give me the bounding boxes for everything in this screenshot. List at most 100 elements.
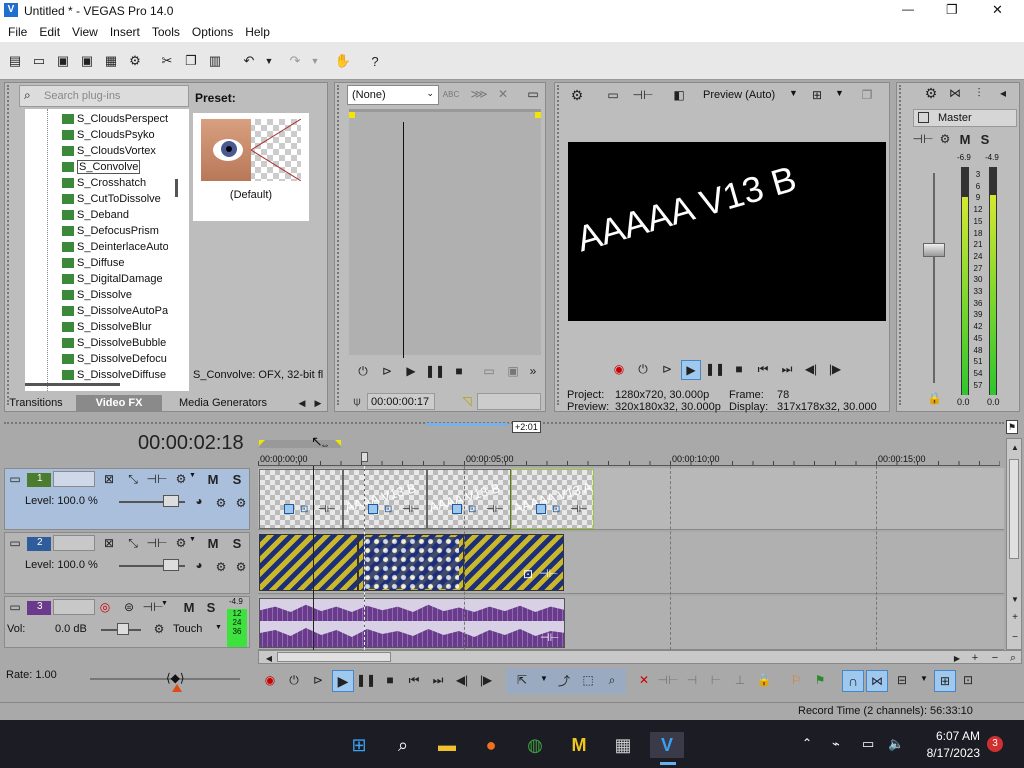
crop-icon[interactable] xyxy=(536,504,546,514)
composite-mode-icon[interactable]: ◕ xyxy=(191,493,207,509)
mark-in-icon[interactable]: ◹ xyxy=(459,393,475,409)
event-fx-icon[interactable]: ⊡ xyxy=(300,504,308,515)
track-gear-icon[interactable]: ⚙ xyxy=(173,471,189,487)
pause-icon[interactable]: ❚❚ xyxy=(356,672,376,688)
search-icon[interactable]: ⌕ xyxy=(390,732,416,758)
split-dropdown-icon[interactable]: ◧ xyxy=(671,87,687,103)
pan-icon[interactable]: ⊣⊢ xyxy=(913,131,934,147)
crop-icon[interactable] xyxy=(284,504,294,514)
solo-button[interactable]: S xyxy=(977,131,993,147)
mixer-icon[interactable]: ⫶ xyxy=(971,85,987,101)
loop-region-bar[interactable] xyxy=(426,423,508,426)
vertical-scrollbar[interactable] xyxy=(175,179,178,197)
copy-icon[interactable]: ❐ xyxy=(182,52,200,70)
search-box[interactable]: ⌕ Search plug-ins xyxy=(19,85,189,107)
trimmer-timecode[interactable]: 00:00:00:17 xyxy=(367,393,435,410)
timeline-timecode[interactable]: 00:00:02:18 xyxy=(138,432,244,455)
level-slider[interactable] xyxy=(119,495,185,507)
delete-icon[interactable]: ✕ xyxy=(495,86,511,102)
plugin-item[interactable]: S_DissolveAutoPa xyxy=(62,303,168,319)
split-icon[interactable]: ⊥ xyxy=(732,672,748,688)
pause-icon[interactable]: ❚❚ xyxy=(705,361,725,377)
insert-region-icon[interactable]: ⚑ xyxy=(812,672,828,688)
video-clip[interactable] xyxy=(358,534,464,591)
gear-icon[interactable]: ⚙ xyxy=(923,85,939,101)
strikethrough-icon[interactable]: ⋙ xyxy=(470,86,487,102)
lock-envelopes-icon[interactable]: ⊞ xyxy=(934,670,956,692)
volume-slider[interactable] xyxy=(101,623,141,635)
composite-mode-icon[interactable]: ◕ xyxy=(191,557,207,573)
search-input[interactable]: Search plug-ins xyxy=(44,90,120,102)
trim-start-icon[interactable]: ⊣ xyxy=(684,672,700,688)
delete-icon[interactable]: ✕ xyxy=(636,672,652,688)
paste-icon[interactable]: ▥ xyxy=(206,52,224,70)
record-icon[interactable]: ◉ xyxy=(611,361,627,377)
zoom-in-vertical-icon[interactable]: + xyxy=(1007,609,1023,625)
tab-video-fx[interactable]: Video FX xyxy=(76,395,162,412)
mute-button[interactable]: M xyxy=(957,131,973,147)
save-icon[interactable]: ▣ xyxy=(54,52,72,70)
event-fx-icon[interactable]: ⊡ xyxy=(384,504,392,515)
pan-icon[interactable]: ⊣⊢ xyxy=(486,504,503,515)
go-to-start-icon[interactable]: ⏮ xyxy=(406,672,422,688)
video-clip[interactable] xyxy=(259,534,358,591)
lock-icon[interactable]: 🔒 xyxy=(756,672,772,688)
solo-button[interactable]: S xyxy=(203,599,219,615)
volume-icon[interactable]: 🔈 xyxy=(888,736,904,752)
parent-motion-icon[interactable]: ⚙ xyxy=(213,559,229,575)
pan-crop-icon[interactable]: ⤡ xyxy=(125,471,141,487)
scroll-down-icon[interactable]: ▼ xyxy=(1007,591,1023,607)
scroll-right-icon[interactable]: ▶ xyxy=(949,650,965,666)
zoom-in-icon[interactable]: + xyxy=(967,650,983,666)
stop-icon[interactable]: ■ xyxy=(382,672,398,688)
properties-gear-icon[interactable]: ⚙ xyxy=(569,87,585,103)
track-gear-icon[interactable]: ⚙ xyxy=(173,535,189,551)
auto-crossfade-icon[interactable]: ⋈ xyxy=(866,670,888,692)
tab-transitions[interactable]: Transitions xyxy=(6,395,66,412)
solo-button[interactable]: S xyxy=(229,471,245,487)
cut-icon[interactable]: ✂ xyxy=(158,52,176,70)
plugin-item[interactable]: S_DissolveBubble xyxy=(62,335,168,351)
motion-blur-icon[interactable]: ⚙ xyxy=(233,559,249,575)
track-name-field[interactable] xyxy=(53,535,95,551)
normal-edit-tool-icon[interactable]: ⇱ xyxy=(514,672,530,688)
plugin-item[interactable]: S_CutToDissolve xyxy=(62,191,168,207)
mute-button[interactable]: M xyxy=(205,535,221,551)
plugin-item[interactable]: S_Diffuse xyxy=(62,255,168,271)
envelope-tool-icon[interactable]: ⤴ xyxy=(556,672,572,688)
windows-start-icon[interactable]: ⊞ xyxy=(346,732,372,758)
pan-icon[interactable]: ⊣⊢ xyxy=(318,504,335,515)
trimmer-menu-icon[interactable]: ▭ xyxy=(525,86,541,102)
crop-icon[interactable] xyxy=(452,504,462,514)
crop-icon[interactable] xyxy=(368,504,378,514)
tab-scroll-left-icon[interactable]: ◀ xyxy=(294,395,310,411)
zoom-tool-icon[interactable]: ⌕ xyxy=(1005,650,1021,666)
collapse-icon[interactable]: ▭ xyxy=(7,535,23,551)
play-icon[interactable]: ▶ xyxy=(332,670,354,692)
add-to-timeline-icon[interactable]: ▭ xyxy=(481,363,497,379)
master-fader[interactable] xyxy=(923,243,945,257)
undo-icon[interactable]: ↶ xyxy=(240,52,258,70)
hscroll-thumb[interactable] xyxy=(277,652,391,662)
notification-badge[interactable]: 3 xyxy=(987,736,1003,752)
track-name-field[interactable] xyxy=(53,471,95,487)
menu-view[interactable]: View xyxy=(72,25,98,39)
ripple-edit-icon[interactable]: ⊟ xyxy=(894,672,910,688)
pan-icon[interactable]: ⊣⊢ xyxy=(539,567,558,580)
lock-icon[interactable]: 🔒 xyxy=(927,391,942,405)
pan-icon[interactable]: ⊣⊢ xyxy=(540,631,559,644)
pause-icon[interactable]: ❚❚ xyxy=(425,363,445,379)
audio-clip[interactable]: ⊣⊢ xyxy=(259,598,565,648)
stop-icon[interactable]: ■ xyxy=(731,361,747,377)
previous-frame-icon[interactable]: ◀| xyxy=(454,672,470,688)
video-clip[interactable]: AAAA V13 B ⊡ ⊣⊢ xyxy=(427,469,511,529)
copy-snapshot-icon[interactable]: ❐ xyxy=(859,87,875,103)
new-file-icon[interactable]: ▤ xyxy=(6,52,24,70)
insert-marker-icon[interactable]: ⚐ xyxy=(788,672,804,688)
timeline-vscrollbar[interactable]: ▲ ▼ + − xyxy=(1006,438,1022,650)
trimmer-mark-field[interactable] xyxy=(477,393,541,410)
plugin-item[interactable]: S_Crosshatch xyxy=(62,175,168,191)
plugin-item[interactable]: S_CloudsPsyko xyxy=(62,127,168,143)
marker-flag-icon[interactable]: ⚑ xyxy=(1006,420,1018,434)
track-header-1[interactable]: ▭ 1 ⊠ ⤡ ⊣⊢ ⚙ ▼ M S Level: 100.0 % ◕ ⚙ ⚙ xyxy=(4,468,250,530)
